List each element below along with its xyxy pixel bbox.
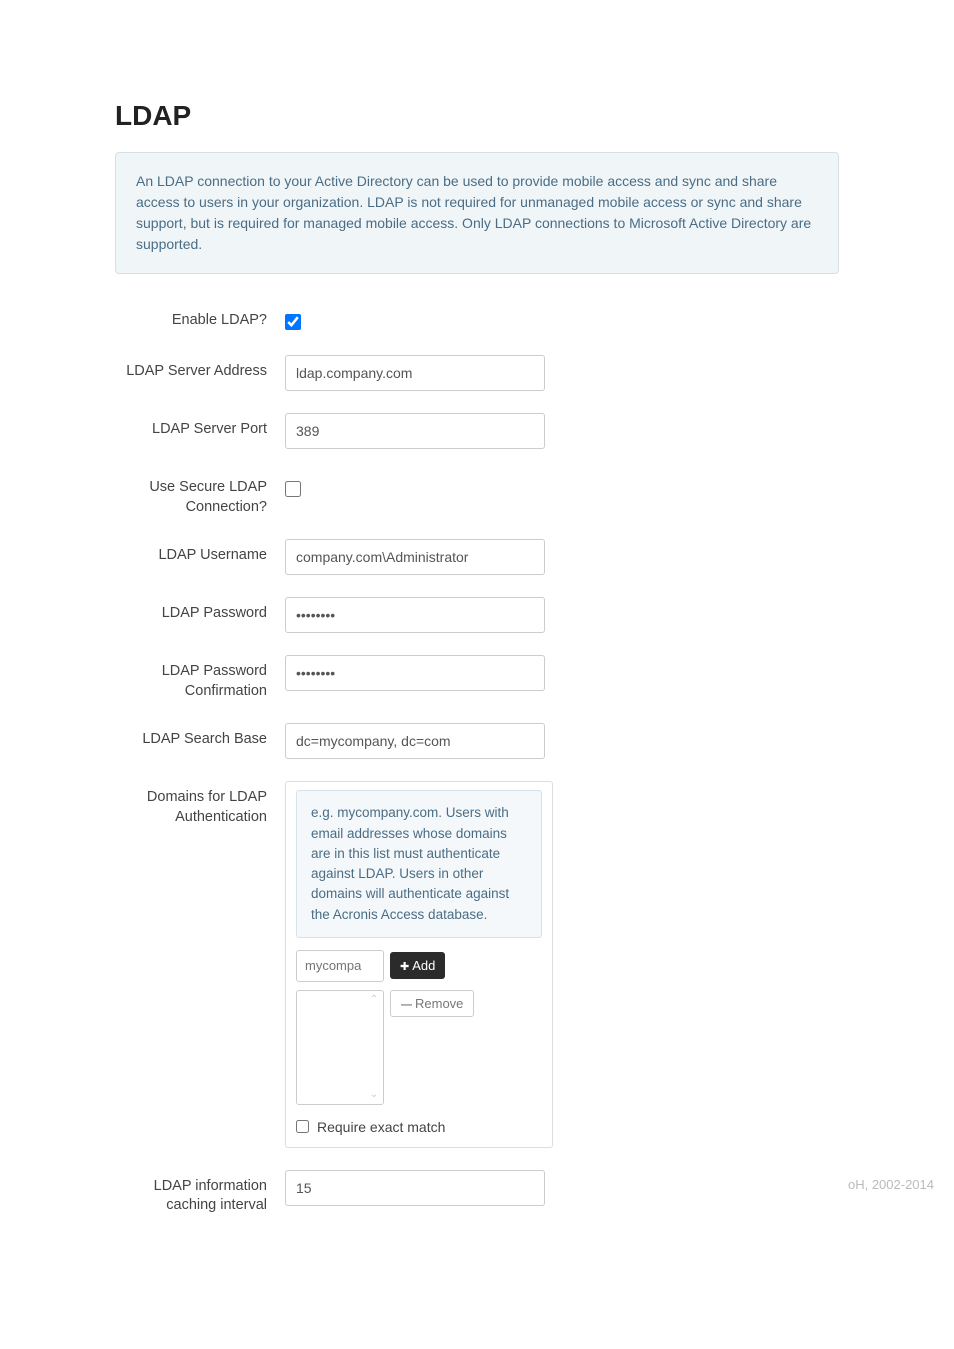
label-domains: Domains for LDAP Authentication xyxy=(115,781,285,827)
row-use-secure: Use Secure LDAP Connection? xyxy=(115,471,839,517)
domain-listbox[interactable]: ⌃ ⌄ xyxy=(296,990,384,1105)
row-password-confirm: LDAP Password Confirmation xyxy=(115,655,839,701)
label-username: LDAP Username xyxy=(115,539,285,566)
domain-list-row: ⌃ ⌄ Remove xyxy=(296,990,542,1105)
domain-add-input[interactable] xyxy=(296,950,384,982)
exact-match-row: Require exact match xyxy=(296,1119,542,1135)
server-port-input[interactable] xyxy=(285,413,545,449)
row-username: LDAP Username xyxy=(115,539,839,575)
enable-ldap-checkbox[interactable] xyxy=(285,314,301,330)
row-server-address: LDAP Server Address xyxy=(115,355,839,391)
listbox-scroll-up-icon[interactable]: ⌃ xyxy=(367,993,381,1007)
remove-button-label: Remove xyxy=(415,996,463,1011)
label-password-confirm: LDAP Password Confirmation xyxy=(115,655,285,701)
row-caching-interval: LDAP information caching interval xyxy=(115,1170,839,1216)
row-search-base: LDAP Search Base xyxy=(115,723,839,759)
search-base-input[interactable] xyxy=(285,723,545,759)
domains-panel: e.g. mycompany.com. Users with email add… xyxy=(285,781,553,1148)
label-server-address: LDAP Server Address xyxy=(115,355,285,382)
minus-icon xyxy=(401,996,412,1011)
caching-interval-input[interactable] xyxy=(285,1170,545,1206)
server-address-input[interactable] xyxy=(285,355,545,391)
add-domain-button[interactable]: Add xyxy=(390,952,445,979)
ldap-info-box: An LDAP connection to your Active Direct… xyxy=(115,152,839,274)
page-title: LDAP xyxy=(115,100,839,132)
footer-copyright: oH, 2002-2014 xyxy=(848,1177,934,1192)
password-input[interactable] xyxy=(285,597,545,633)
label-password: LDAP Password xyxy=(115,597,285,624)
label-server-port: LDAP Server Port xyxy=(115,413,285,440)
password-confirm-input[interactable] xyxy=(285,655,545,691)
remove-domain-button[interactable]: Remove xyxy=(390,990,474,1017)
listbox-scroll-down-icon[interactable]: ⌄ xyxy=(367,1088,381,1102)
row-enable-ldap: Enable LDAP? xyxy=(115,304,839,333)
username-input[interactable] xyxy=(285,539,545,575)
domains-help-text: e.g. mycompany.com. Users with email add… xyxy=(296,790,542,938)
exact-match-checkbox[interactable] xyxy=(296,1120,309,1133)
row-password: LDAP Password xyxy=(115,597,839,633)
domain-input-row: Add xyxy=(296,950,542,982)
row-domains: Domains for LDAP Authentication e.g. myc… xyxy=(115,781,839,1148)
label-caching-interval: LDAP information caching interval xyxy=(115,1170,285,1216)
use-secure-checkbox[interactable] xyxy=(285,481,301,497)
add-button-label: Add xyxy=(412,958,435,973)
row-server-port: LDAP Server Port xyxy=(115,413,839,449)
plus-icon xyxy=(400,958,409,973)
label-search-base: LDAP Search Base xyxy=(115,723,285,750)
label-enable-ldap: Enable LDAP? xyxy=(115,304,285,331)
exact-match-label: Require exact match xyxy=(317,1119,445,1135)
label-use-secure: Use Secure LDAP Connection? xyxy=(115,471,285,517)
